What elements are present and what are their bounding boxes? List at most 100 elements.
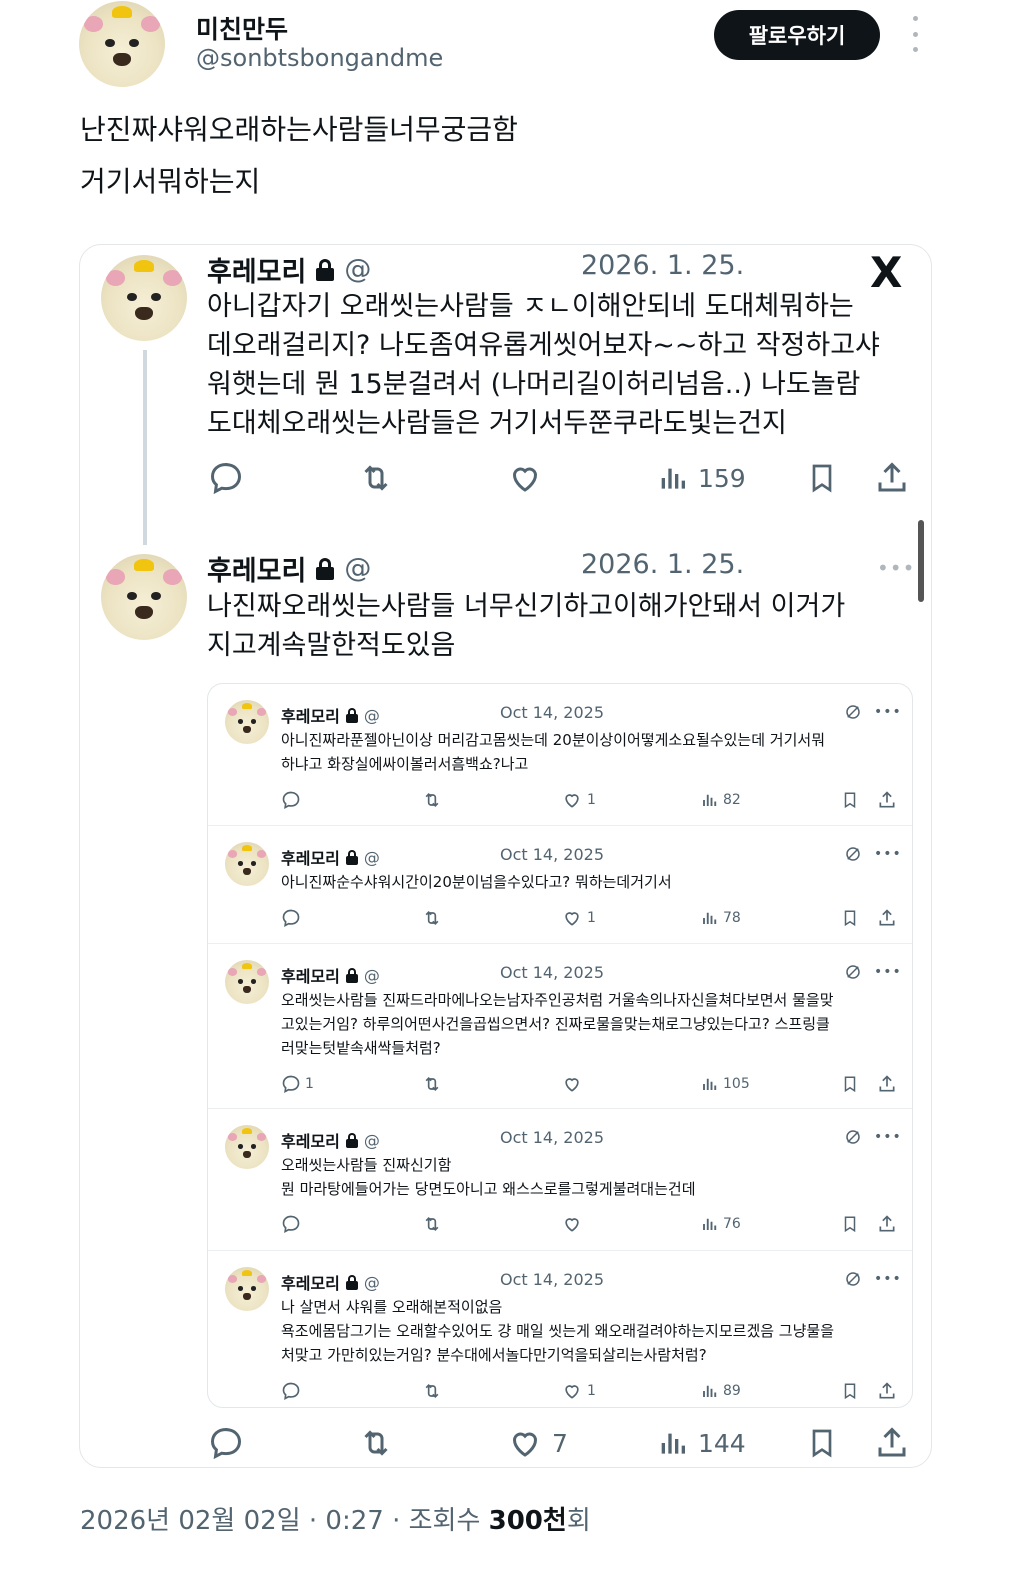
lock-icon bbox=[345, 967, 358, 983]
reply-date[interactable]: Oct 14, 2025 bbox=[500, 1128, 604, 1147]
bookmark-button[interactable] bbox=[806, 1425, 838, 1461]
reply-author[interactable]: 후레모리 @ bbox=[281, 703, 380, 727]
share-button[interactable] bbox=[877, 1214, 897, 1234]
more-dots-icon[interactable]: ••• bbox=[874, 1129, 902, 1145]
reply-avatar[interactable] bbox=[225, 960, 269, 1004]
bookmark-button[interactable] bbox=[841, 1214, 859, 1234]
grok-icon[interactable] bbox=[844, 1270, 862, 1288]
repost-button[interactable] bbox=[421, 908, 443, 928]
like-button[interactable]: 1 bbox=[561, 790, 596, 810]
reply-date[interactable]: Oct 14, 2025 bbox=[500, 963, 604, 982]
more-dots-icon[interactable]: ••• bbox=[874, 1271, 902, 1287]
views-count: 82 bbox=[723, 792, 741, 808]
grok-icon[interactable] bbox=[844, 703, 862, 721]
reply-item[interactable]: 후레모리 @ Oct 14, 2025 ••• 아니진짜라푼젤아닌이상 머리감고몸씻는데… bbox=[208, 684, 912, 826]
reply-body: 오래씻는사람들 진짜신기함 뭔 마라탕에들어가는 당면도아니고 왜스스로를그렇게불… bbox=[281, 1153, 901, 1201]
share-button[interactable] bbox=[877, 1381, 897, 1401]
repost-button[interactable] bbox=[357, 460, 395, 496]
heart-icon bbox=[565, 912, 579, 926]
views-button[interactable]: 89 bbox=[701, 1381, 741, 1401]
post-date[interactable]: 2026. 1. 25. bbox=[581, 549, 744, 580]
views-button[interactable]: 76 bbox=[701, 1214, 741, 1234]
bookmark-button[interactable] bbox=[806, 460, 838, 496]
share-button[interactable] bbox=[877, 908, 897, 928]
post-body-line: 나진짜오래씻는사람들 너무신기하고이해가안돼서 이거가 bbox=[207, 591, 846, 622]
post-date[interactable]: 2026. 1. 25. bbox=[581, 250, 744, 281]
bookmark-button[interactable] bbox=[841, 1381, 859, 1401]
share-button[interactable] bbox=[874, 1425, 910, 1461]
more-dots-icon[interactable]: ••• bbox=[874, 964, 902, 980]
author-avatar[interactable] bbox=[79, 1, 165, 87]
follow-button[interactable]: 팔로우하기 bbox=[714, 10, 880, 60]
reply-button[interactable] bbox=[281, 790, 305, 810]
post-avatar[interactable] bbox=[101, 255, 187, 341]
author-handle[interactable]: @sonbtsbongandme bbox=[196, 44, 443, 72]
reply-author[interactable]: 후레모리 @ bbox=[281, 845, 380, 869]
reply-author[interactable]: 후레모리 @ bbox=[281, 963, 380, 987]
post-author[interactable]: 후레모리 @ bbox=[207, 549, 371, 588]
repost-button[interactable] bbox=[357, 1425, 395, 1461]
reply-header-icons: ••• bbox=[844, 1128, 902, 1146]
grok-icon[interactable] bbox=[844, 845, 862, 863]
views-icon bbox=[661, 468, 685, 489]
share-icon bbox=[878, 462, 906, 492]
like-button[interactable]: 1 bbox=[561, 1381, 596, 1401]
like-button[interactable] bbox=[506, 460, 544, 496]
reply-date[interactable]: Oct 14, 2025 bbox=[500, 703, 604, 722]
like-button[interactable]: 1 bbox=[561, 908, 596, 928]
bookmark-button[interactable] bbox=[841, 1074, 859, 1094]
reply-button[interactable] bbox=[281, 1381, 305, 1401]
reply-avatar[interactable] bbox=[225, 842, 269, 886]
reply-button[interactable]: 1 bbox=[281, 1074, 314, 1094]
author-name[interactable]: 미친만두 bbox=[196, 10, 288, 46]
bookmark-button[interactable] bbox=[841, 790, 859, 810]
like-button[interactable] bbox=[561, 1214, 587, 1234]
bookmark-icon bbox=[844, 1383, 856, 1400]
views-button[interactable]: 144 bbox=[658, 1425, 746, 1461]
reply-item[interactable]: 후레모리 @ Oct 14, 2025 ••• 오래씻는사람들 진짜드라마에나오는남자주… bbox=[208, 944, 912, 1109]
repost-button[interactable] bbox=[421, 1074, 443, 1094]
reply-author-handle: @ bbox=[363, 965, 380, 985]
views-button[interactable]: 78 bbox=[701, 908, 741, 928]
grok-icon[interactable] bbox=[844, 963, 862, 981]
like-button[interactable]: 7 bbox=[506, 1425, 568, 1461]
share-button[interactable] bbox=[877, 1074, 897, 1094]
reply-author[interactable]: 후레모리 @ bbox=[281, 1128, 380, 1152]
vertical-dots-icon[interactable] bbox=[905, 16, 925, 52]
grok-icon[interactable] bbox=[844, 1128, 862, 1146]
reply-avatar[interactable] bbox=[225, 700, 269, 744]
reply-button[interactable] bbox=[208, 460, 244, 496]
reply-button[interactable] bbox=[281, 908, 305, 928]
views-button[interactable]: 105 bbox=[701, 1074, 750, 1094]
more-dots-icon[interactable]: ••• bbox=[874, 704, 902, 720]
reply-item[interactable]: 후레모리 @ Oct 14, 2025 ••• 오래씻는사람들 진짜신기함 뭔 마라탕에들… bbox=[208, 1109, 912, 1251]
like-button[interactable] bbox=[561, 1074, 587, 1094]
scrollbar[interactable] bbox=[918, 520, 924, 602]
views-button[interactable]: 159 bbox=[658, 460, 746, 496]
repost-icon bbox=[425, 792, 439, 808]
reply-date[interactable]: Oct 14, 2025 bbox=[500, 1270, 604, 1289]
reply-date[interactable]: Oct 14, 2025 bbox=[500, 845, 604, 864]
post-author[interactable]: 후레모리 @ bbox=[207, 250, 371, 289]
lock-icon bbox=[316, 258, 335, 281]
views-count: 105 bbox=[723, 1076, 750, 1092]
repost-button[interactable] bbox=[421, 1214, 443, 1234]
reply-icon bbox=[282, 1215, 300, 1233]
repost-button[interactable] bbox=[421, 790, 443, 810]
post-avatar[interactable] bbox=[101, 554, 187, 640]
repost-button[interactable] bbox=[421, 1381, 443, 1401]
reply-item[interactable]: 후레모리 @ Oct 14, 2025 ••• 아니진짜순수샤워시간이20분이넘을수있다… bbox=[208, 826, 912, 944]
reply-button[interactable] bbox=[281, 1214, 305, 1234]
reply-author[interactable]: 후레모리 @ bbox=[281, 1270, 380, 1294]
more-dots-icon[interactable]: ••• bbox=[874, 846, 902, 862]
views-button[interactable]: 82 bbox=[701, 790, 741, 810]
reply-avatar[interactable] bbox=[225, 1125, 269, 1169]
bookmark-button[interactable] bbox=[841, 908, 859, 928]
share-button[interactable] bbox=[874, 460, 910, 496]
reply-avatar[interactable] bbox=[225, 1267, 269, 1311]
reply-item[interactable]: 후레모리 @ Oct 14, 2025 ••• 나 살면서 샤워를 오래해본적이없음 욕조… bbox=[208, 1251, 912, 1407]
more-dots-icon[interactable]: ••• bbox=[877, 556, 915, 580]
reply-button[interactable] bbox=[208, 1425, 244, 1461]
bookmark-icon bbox=[844, 1076, 856, 1093]
share-button[interactable] bbox=[877, 790, 897, 810]
